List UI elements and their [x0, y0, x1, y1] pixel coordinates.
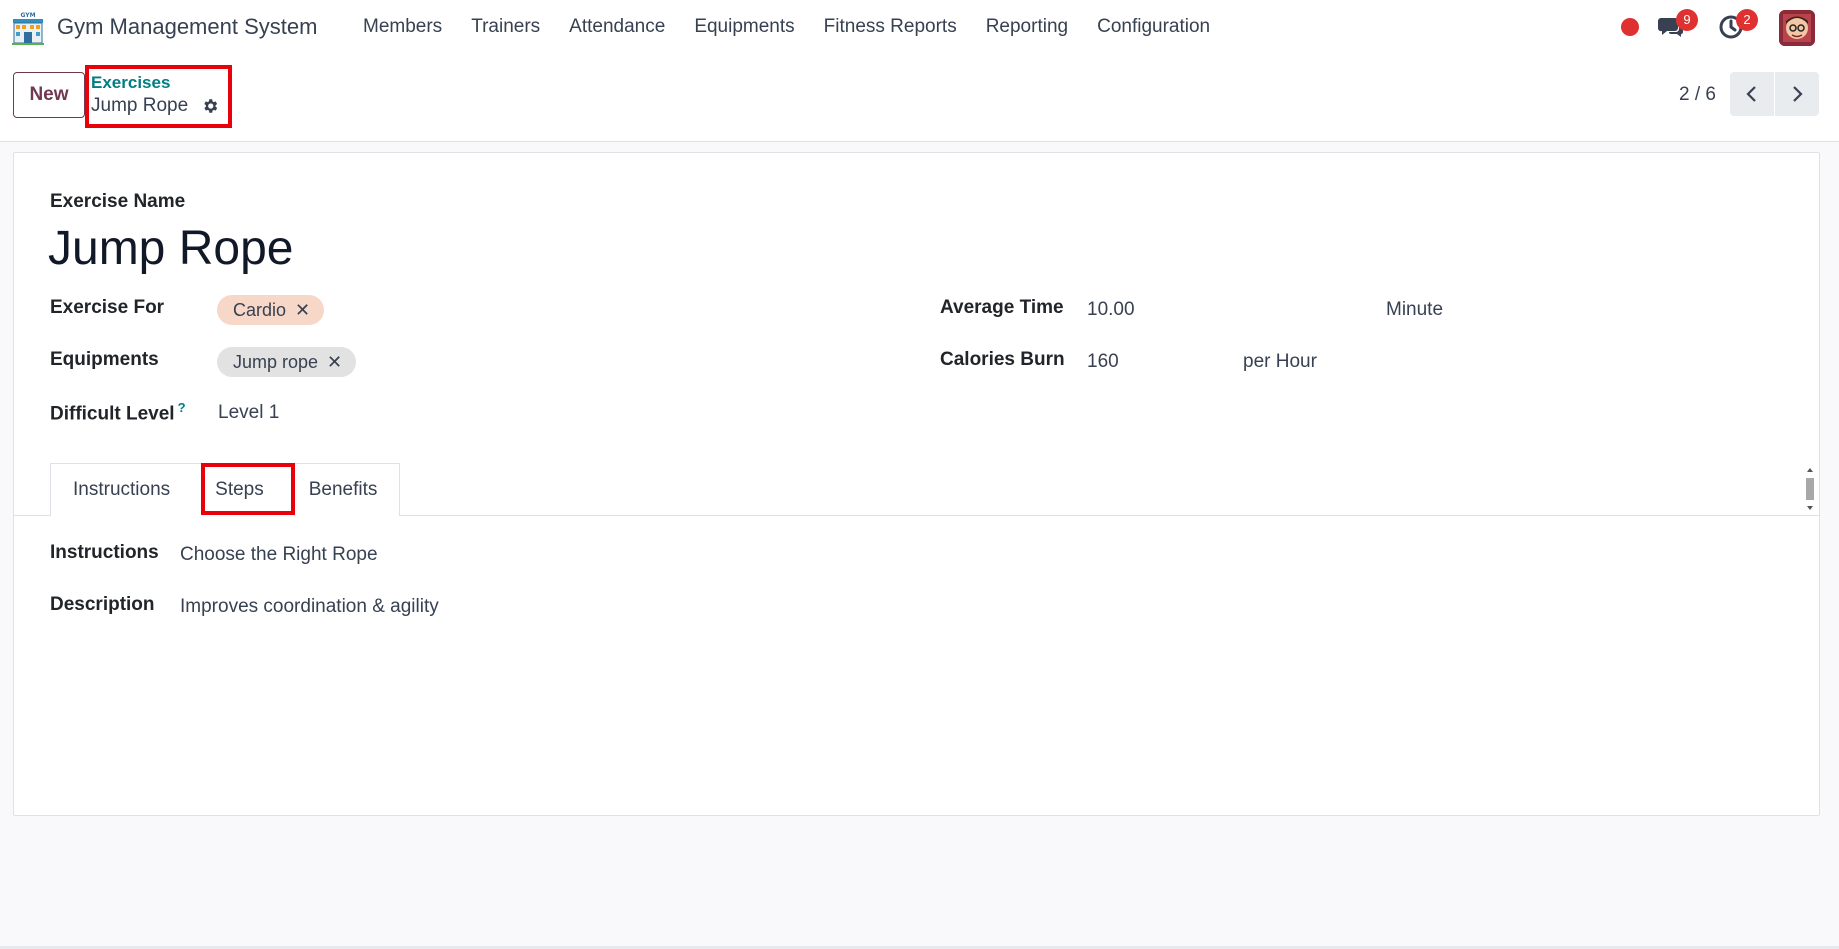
- tab-benefits[interactable]: Benefits: [287, 464, 400, 516]
- tabs-scrollbar[interactable]: [1804, 463, 1816, 515]
- menu-configuration[interactable]: Configuration: [1097, 16, 1210, 38]
- tag-label: Jump rope: [233, 351, 319, 372]
- difficulty-level-label: Difficult Level?: [50, 400, 186, 425]
- logo-text: GYM: [20, 12, 35, 19]
- average-time-label: Average Time: [940, 297, 1064, 318]
- new-button[interactable]: New: [13, 72, 85, 118]
- menu-reporting[interactable]: Reporting: [986, 16, 1068, 38]
- tag-label: Cardio: [233, 299, 287, 320]
- help-tooltip-icon[interactable]: ?: [178, 400, 186, 415]
- scrollbar-thumb[interactable]: [1806, 478, 1814, 500]
- form-sheet: Exercise Name Jump Rope Exercise For Car…: [13, 152, 1820, 816]
- exercise-name-label: Exercise Name: [50, 191, 186, 212]
- activities-count-badge: 2: [1736, 9, 1758, 31]
- chevron-right-icon: [1793, 86, 1803, 102]
- step-description-label: Description: [50, 594, 155, 615]
- menu-trainers[interactable]: Trainers: [471, 16, 540, 38]
- recording-indicator-icon[interactable]: [1621, 18, 1639, 36]
- top-navbar: GYM Gym Management System Members Traine…: [0, 0, 1839, 56]
- pager-previous-button[interactable]: [1730, 72, 1774, 116]
- menu-equipments[interactable]: Equipments: [694, 16, 794, 38]
- average-time-field[interactable]: 10.00: [1087, 299, 1135, 321]
- close-icon[interactable]: ✕: [295, 300, 310, 321]
- pager-next-button[interactable]: [1775, 72, 1819, 116]
- tag-cardio[interactable]: Cardio ✕: [217, 295, 325, 325]
- control-panel: New Exercises Jump Rope 2 / 6: [0, 56, 1839, 142]
- avatar[interactable]: [1779, 10, 1815, 46]
- messages-count-badge: 9: [1676, 9, 1698, 31]
- tag-jump-rope[interactable]: Jump rope ✕: [217, 347, 357, 377]
- pager-value[interactable]: 2 / 6: [1679, 84, 1716, 106]
- main-menu: Members Trainers Attendance Equipments F…: [363, 16, 1239, 38]
- tab-instructions[interactable]: Instructions: [51, 464, 192, 516]
- difficulty-label-text: Difficult Level: [50, 403, 175, 425]
- breadcrumb-parent-link[interactable]: Exercises: [91, 73, 170, 93]
- app-title[interactable]: Gym Management System: [57, 14, 317, 40]
- menu-members[interactable]: Members: [363, 16, 442, 38]
- menu-fitness-reports[interactable]: Fitness Reports: [824, 16, 957, 38]
- breadcrumb-current: Jump Rope: [91, 95, 189, 116]
- exercise-for-label: Exercise For: [50, 297, 165, 318]
- average-time-unit[interactable]: Minute: [1386, 299, 1443, 321]
- step-instructions-label: Instructions: [50, 542, 159, 563]
- equipments-label: Equipments: [50, 349, 159, 370]
- calories-burn-label: Calories Burn: [940, 349, 1065, 370]
- menu-attendance[interactable]: Attendance: [569, 16, 665, 38]
- step-description-field[interactable]: Improves coordination & agility: [180, 596, 439, 618]
- close-icon[interactable]: ✕: [327, 352, 342, 373]
- calories-burn-unit: per Hour: [1243, 351, 1317, 372]
- step-instructions-field[interactable]: Choose the Right Rope: [180, 544, 378, 566]
- gym-building-icon[interactable]: GYM: [10, 10, 46, 46]
- notebook-tabs: Instructions Steps Benefits: [50, 463, 401, 516]
- difficulty-level-field[interactable]: Level 1: [218, 402, 279, 424]
- chevron-left-icon: [1746, 86, 1756, 102]
- calories-burn-field[interactable]: 160: [1087, 351, 1119, 373]
- tab-steps[interactable]: Steps: [192, 464, 287, 516]
- gear-icon[interactable]: [201, 97, 219, 115]
- exercise-name-field[interactable]: Jump Rope: [48, 221, 293, 276]
